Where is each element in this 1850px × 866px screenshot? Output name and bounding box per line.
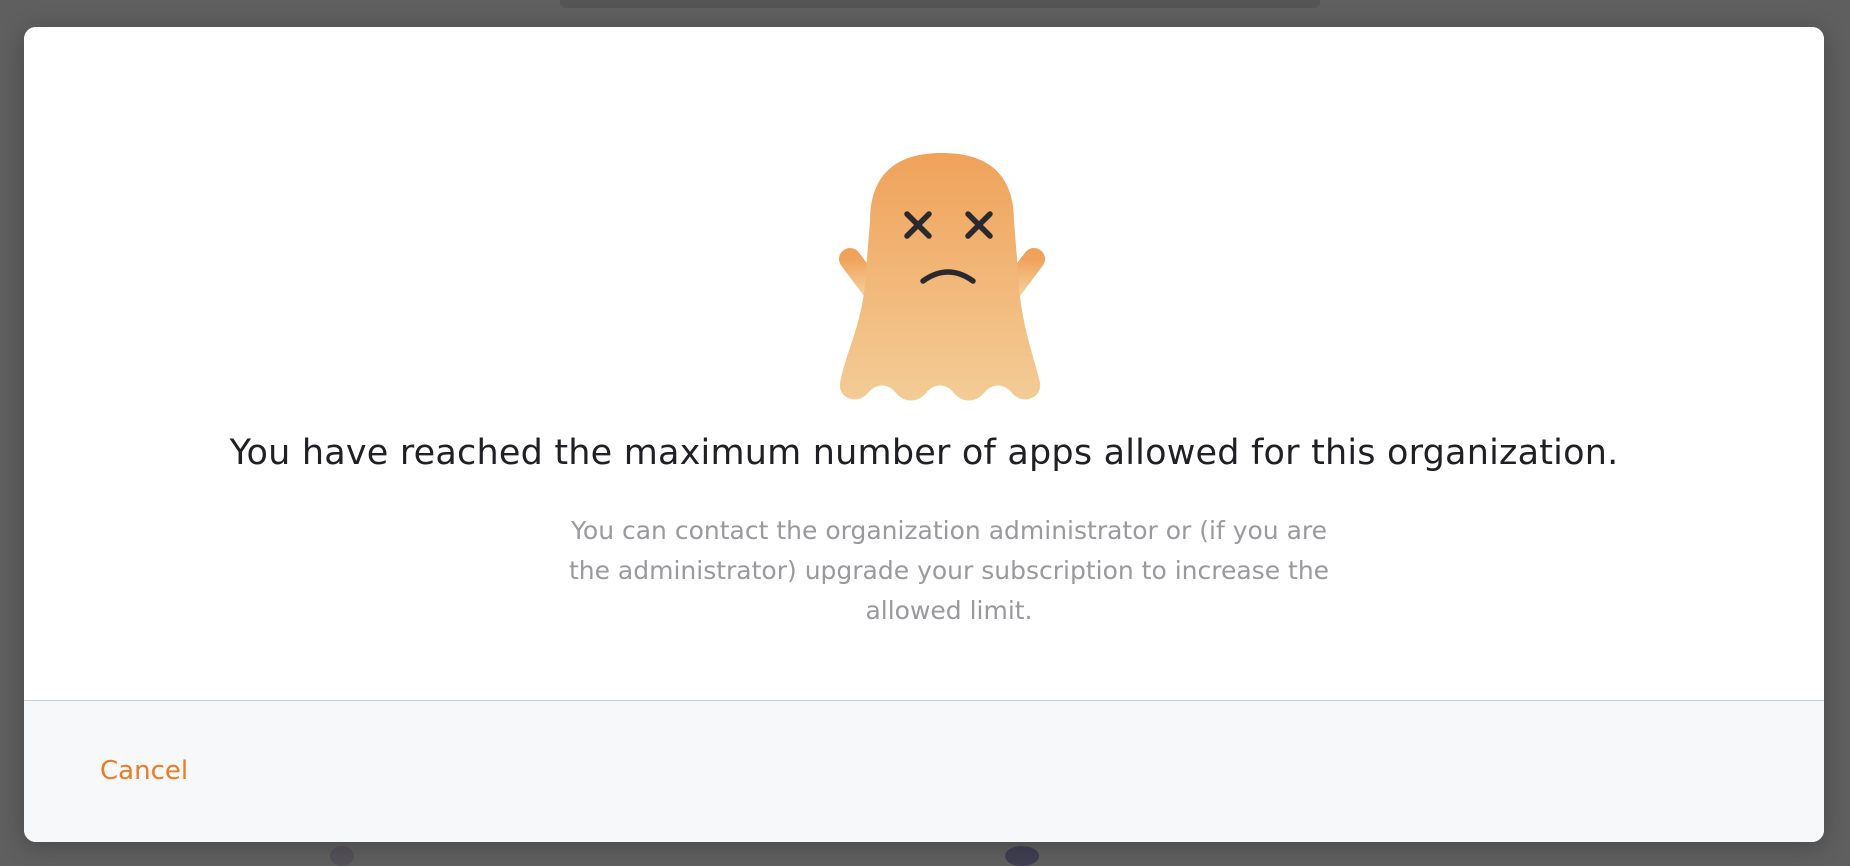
backdrop-avatar	[1005, 846, 1039, 866]
dialog-footer: Cancel	[24, 700, 1824, 842]
sad-ghost-icon	[839, 153, 1045, 401]
cancel-button[interactable]: Cancel	[100, 756, 188, 786]
backdrop-page-header	[560, 0, 1320, 8]
dialog-body: You have reached the maximum number of a…	[24, 27, 1824, 700]
dialog-title: You have reached the maximum number of a…	[229, 433, 1619, 473]
backdrop-avatar	[330, 846, 354, 866]
app-limit-dialog: You have reached the maximum number of a…	[24, 27, 1824, 842]
dialog-description: You can contact the organization adminis…	[568, 516, 1330, 625]
